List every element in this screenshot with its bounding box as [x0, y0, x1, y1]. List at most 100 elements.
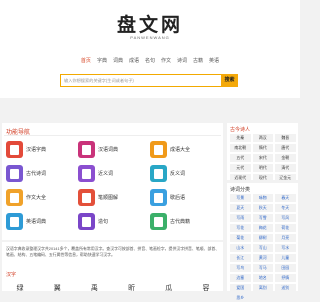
- sidebar-tag[interactable]: 送别: [275, 284, 296, 292]
- hanzi-item[interactable]: 容: [192, 278, 220, 293]
- sidebar-tag[interactable]: 山水: [230, 244, 251, 252]
- sidebar-tag[interactable]: 柳树: [252, 234, 273, 242]
- function-icon: [6, 213, 23, 230]
- categories-grid: 写景 咏物 春天夏天 秋天 冬天写雨 写雪 写风写花 梅花 荷花菊花 柳树 月亮山水 写山 写水长江 黄河…: [230, 194, 296, 302]
- function-item[interactable]: 汉语字典: [6, 141, 72, 163]
- sidebar-tag[interactable]: 五代: [230, 154, 251, 162]
- sidebar-tag[interactable]: 荷花: [275, 224, 296, 232]
- sidebar-tag[interactable]: 地名: [252, 274, 273, 282]
- function-icon: [78, 165, 95, 182]
- function-icon: [78, 213, 95, 230]
- sidebar-tag[interactable]: 黄河: [252, 254, 273, 262]
- sidebar-tag[interactable]: 两汉: [252, 134, 273, 142]
- hanzi-item[interactable]: 瓜: [155, 278, 183, 293]
- sidebar-tag[interactable]: 梅花: [252, 224, 273, 232]
- function-item[interactable]: 笔顺图解: [78, 189, 144, 211]
- sidebar-tag[interactable]: 田园: [275, 264, 296, 272]
- sidebar-tag[interactable]: 儿童: [275, 254, 296, 262]
- hanzi-item[interactable]: 绿: [6, 278, 34, 293]
- sidebar-tag[interactable]: 写水: [275, 244, 296, 252]
- sidebar-tag[interactable]: 先秦: [230, 134, 251, 142]
- nav-item[interactable]: 首页: [78, 58, 94, 65]
- sidebar-tag[interactable]: 长江: [230, 254, 251, 262]
- sidebar-tag[interactable]: 宋代: [252, 154, 273, 162]
- sidebar-tag[interactable]: 抒情: [275, 274, 296, 282]
- sidebar-tag[interactable]: 写花: [230, 224, 251, 232]
- sidebar-tag[interactable]: 春天: [275, 194, 296, 202]
- sidebar-tag[interactable]: 菊花: [230, 234, 251, 242]
- sidebar-tag[interactable]: 写景: [230, 194, 251, 202]
- sidebar-tag[interactable]: 写山: [252, 244, 273, 252]
- nav-item[interactable]: 英语: [206, 58, 222, 65]
- sidebar-tag[interactable]: 爱国: [230, 284, 251, 292]
- function-icon: [6, 189, 23, 206]
- nav-item[interactable]: 诗词: [174, 58, 190, 65]
- sidebar-tag[interactable]: 明代: [252, 164, 273, 172]
- function-item[interactable]: 歇后语: [150, 189, 216, 211]
- function-item[interactable]: 汉语词典: [78, 141, 144, 163]
- sidebar-tag[interactable]: 清代: [275, 164, 296, 172]
- search-button[interactable]: 搜索: [221, 74, 238, 87]
- sidebar-tag[interactable]: 冬天: [275, 204, 296, 212]
- sidebar-tag[interactable]: 写马: [252, 264, 273, 272]
- function-label: 成语大全: [170, 147, 191, 153]
- function-label: 作文大全: [26, 195, 47, 201]
- nav-item[interactable]: 词典: [110, 58, 126, 65]
- search-input[interactable]: 输入你想搜索的关键字(生词或者句子): [60, 74, 221, 87]
- function-icon: [6, 141, 23, 158]
- poets-grid: 先秦 两汉 魏晋南北朝 隋代 唐代五代 宋代 金朝元代 明代 清代近现代 现代 辽金元: [230, 134, 296, 182]
- nav-item[interactable]: 字典: [94, 58, 110, 65]
- hanzi-char: 昕: [128, 285, 136, 292]
- function-label: 笔顺图解: [98, 195, 119, 201]
- sidebar-tag[interactable]: 辽金元: [275, 174, 296, 182]
- hanzi-item[interactable]: 禹: [80, 278, 108, 293]
- site-logo[interactable]: 盘文网: [0, 10, 300, 37]
- sidebar-tag[interactable]: 隋代: [252, 144, 273, 152]
- sidebar-tag[interactable]: 写雨: [230, 214, 251, 222]
- poets-title: 古今诗人: [230, 127, 251, 133]
- function-icon: [150, 165, 167, 182]
- function-item[interactable]: 英语词典: [6, 213, 72, 235]
- sidebar-tag[interactable]: 写鸟: [230, 264, 251, 272]
- function-item[interactable]: 反义词: [150, 165, 216, 187]
- function-item[interactable]: 造句: [78, 213, 144, 235]
- nav-item[interactable]: 名句: [142, 58, 158, 65]
- function-label: 汉语词典: [98, 147, 119, 153]
- sidebar-tag[interactable]: 写雪: [252, 214, 273, 222]
- sidebar-tag[interactable]: 夏天: [230, 204, 251, 212]
- function-item[interactable]: 成语大全: [150, 141, 216, 163]
- function-icon: [78, 141, 95, 158]
- sidebar-tag[interactable]: 金朝: [275, 154, 296, 162]
- sidebar-tag[interactable]: 元代: [230, 164, 251, 172]
- hanzi-item[interactable]: 翼: [43, 278, 71, 293]
- sidebar-tag[interactable]: 咏物: [252, 194, 273, 202]
- function-item[interactable]: 作文大全: [6, 189, 72, 211]
- function-label: 英语词典: [26, 219, 47, 225]
- function-icon: [150, 189, 167, 206]
- function-label: 近义词: [98, 171, 114, 177]
- sidebar-tag[interactable]: 近现代: [230, 174, 251, 182]
- hanzi-item[interactable]: 昕: [118, 278, 146, 293]
- sidebar-tag[interactable]: 写风: [275, 214, 296, 222]
- function-item[interactable]: 近义词: [78, 165, 144, 187]
- description-card: 汉语字典收录整理汉字共20141多个，覆盖所有常用汉字。查汉字可按部首、拼音、笔…: [2, 242, 223, 293]
- function-item[interactable]: 古代诗词: [6, 165, 72, 187]
- sidebar-tag[interactable]: 思乡: [230, 294, 251, 302]
- function-label: 反义词: [170, 171, 186, 177]
- sidebar-tag[interactable]: 唐代: [275, 144, 296, 152]
- sidebar-tag[interactable]: 南北朝: [230, 144, 251, 152]
- hanzi-char: 禹: [90, 285, 98, 292]
- hanzi-char: 绿: [16, 285, 24, 292]
- sidebar-tag[interactable]: 现代: [252, 174, 273, 182]
- function-label: 古代典籍: [170, 219, 191, 225]
- sidebar-tag[interactable]: 秋天: [252, 204, 273, 212]
- sidebar-tag[interactable]: 魏晋: [275, 134, 296, 142]
- sidebar-tag[interactable]: 月亮: [275, 234, 296, 242]
- sidebar-tag[interactable]: 边塞: [230, 274, 251, 282]
- sidebar-tag[interactable]: 离别: [252, 284, 273, 292]
- nav-item[interactable]: 古籍: [190, 58, 206, 65]
- function-item[interactable]: 古代典籍: [150, 213, 216, 235]
- nav-item[interactable]: 成语: [126, 58, 142, 65]
- nav-item[interactable]: 作文: [158, 58, 174, 65]
- function-nav-card: 功能导航 汉语字典 汉语词典 成语大全 古代诗词 近义词 反义词 作文大全 笔顺图解 歇后语 英语…: [2, 123, 223, 240]
